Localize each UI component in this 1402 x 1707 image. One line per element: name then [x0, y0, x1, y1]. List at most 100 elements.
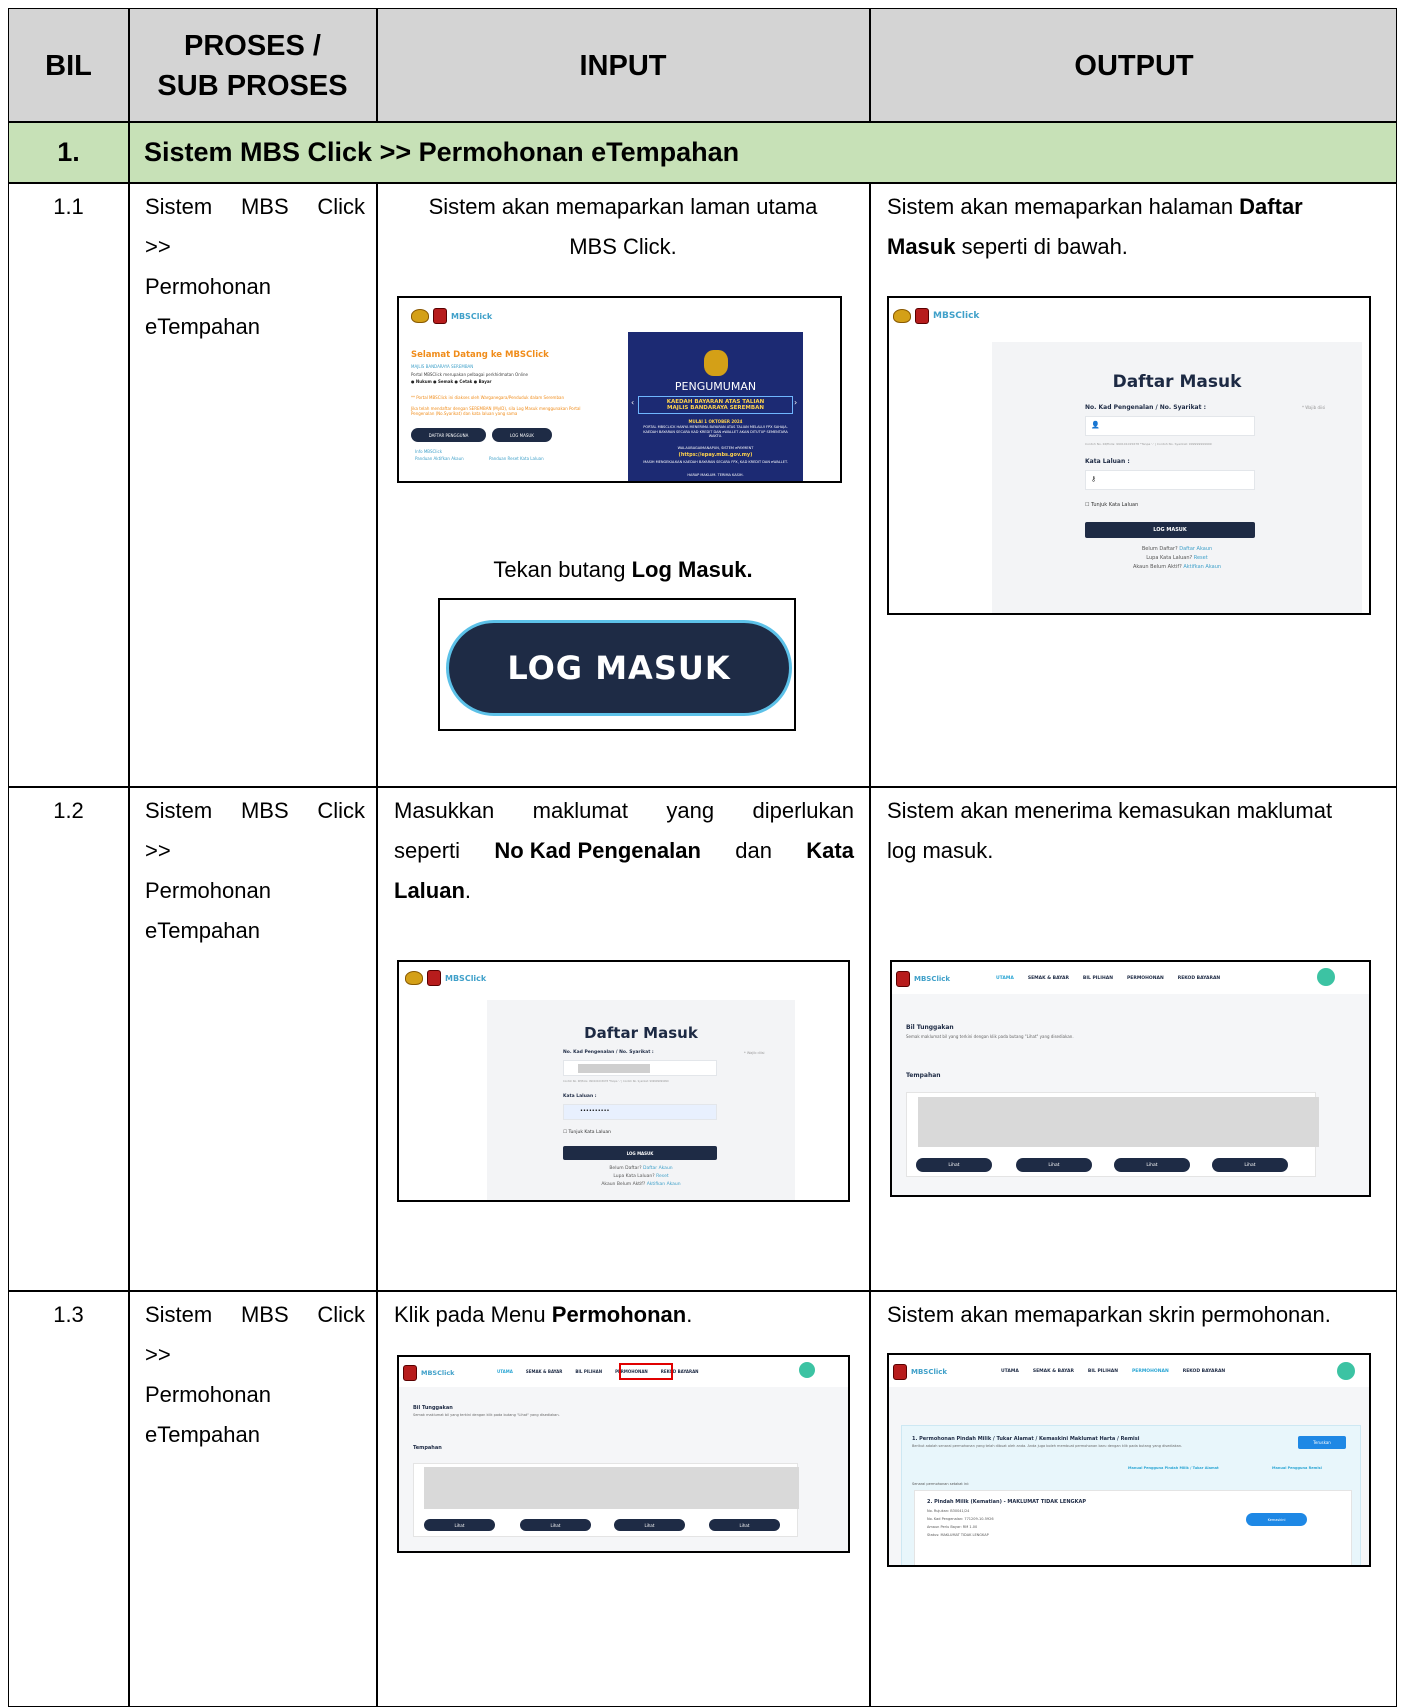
- word: seperti: [394, 838, 461, 863]
- nav-bil-pilihan[interactable]: BIL PILIHAN: [1083, 976, 1113, 981]
- proses-line: eTempahan: [145, 314, 260, 339]
- header-bil: BIL: [45, 49, 92, 82]
- nav-semak-bayar[interactable]: SEMAK & BAYAR: [1028, 976, 1069, 981]
- id-input[interactable]: 👤: [1085, 416, 1255, 436]
- lihat-button[interactable]: Lihat: [520, 1519, 591, 1531]
- nav-semak-bayar[interactable]: SEMAK & BAYAR: [1033, 1369, 1074, 1374]
- password-input[interactable]: ⚷: [1085, 470, 1255, 490]
- avatar-icon[interactable]: [1337, 1362, 1355, 1380]
- avatar-icon[interactable]: [1317, 968, 1335, 986]
- nav-bil-pilihan[interactable]: BIL PILIHAN: [575, 1369, 602, 1374]
- notice-2: Jika telah mendaftar dengan SEREMBAN (My…: [411, 406, 581, 416]
- show-password-label: Tunjuk Kata Laluan: [1091, 502, 1139, 508]
- reset-link[interactable]: Reset: [656, 1174, 669, 1179]
- output-line: Sistem akan menerima kemasukan maklumat: [887, 798, 1333, 823]
- bil-title: Bil Tunggakan: [906, 1024, 954, 1031]
- poster-alt: WALAUBAGAIMANAPUN, SISTEM ePAYMENT: [677, 446, 754, 450]
- info-link[interactable]: Info MBSClick: [415, 449, 442, 454]
- proses-line: Permohonan: [145, 1382, 271, 1407]
- item-status: Status: MAKLUMAT TIDAK LENGKAP: [927, 1533, 989, 1537]
- crest-icon: [893, 309, 911, 323]
- kemaskini-button[interactable]: Kemaskini: [1246, 1513, 1307, 1526]
- nav-utama[interactable]: UTAMA: [497, 1369, 513, 1374]
- log-masuk-big-button[interactable]: LOG MASUK: [446, 620, 792, 716]
- poster-alt-2: MASIH MENGEKALKAN KAEDAH BAYARAN SECARA …: [643, 460, 788, 464]
- show-password-checkbox[interactable]: ☐ Tunjuk Kata Laluan: [563, 1130, 611, 1135]
- tekan-instruction: Tekan butang Log Masuk.: [377, 550, 869, 590]
- rule: [9, 182, 1396, 184]
- brand-name: MBSClick: [914, 975, 951, 983]
- activate-link[interactable]: Aktifkan Akaun: [647, 1182, 681, 1187]
- instruction-bold: Log Masuk.: [631, 557, 753, 582]
- password-input[interactable]: ••••••••••: [563, 1104, 717, 1120]
- poster-title: PENGUMUMAN: [674, 380, 757, 393]
- reset-link[interactable]: Reset: [1194, 555, 1208, 561]
- lihat-button[interactable]: Lihat: [1114, 1158, 1190, 1172]
- login-title: Daftar Masuk: [1112, 372, 1242, 392]
- log-masuk-button-screenshot: LOG MASUK: [438, 598, 796, 731]
- logo: MBSClick: [893, 1364, 947, 1380]
- input-line: Sistem akan memaparkan laman utama: [428, 194, 818, 219]
- row-proses: Sistem MBS Click >> Permohonan eTempahan: [145, 1295, 365, 1455]
- word: diperlukan: [752, 798, 854, 823]
- rule: [9, 1290, 1396, 1292]
- bil-subtitle: Semak maklumat bil yang terkini dengan k…: [413, 1413, 560, 1417]
- id-label: No. Kad Pengenalan / No. Syarikat :: [1085, 404, 1206, 411]
- activate-link-row: Akaun Belum Aktif? Aktifkan Akaun: [992, 564, 1362, 570]
- nav-semak-bayar[interactable]: SEMAK & BAYAR: [526, 1369, 563, 1374]
- nav-permohonan[interactable]: PERMOHONAN: [1132, 1369, 1169, 1374]
- lihat-button[interactable]: Lihat: [614, 1519, 685, 1531]
- panduan-reset-link[interactable]: Panduan Reset Kata Laluan: [489, 456, 544, 461]
- output-text: Sistem akan memaparkan halaman Daftar Ma…: [887, 187, 1387, 267]
- lihat-button[interactable]: Lihat: [1016, 1158, 1092, 1172]
- nav-permohonan[interactable]: PERMOHONAN: [1127, 976, 1164, 981]
- avatar-icon[interactable]: [799, 1362, 815, 1378]
- section-number: 1.: [57, 137, 80, 167]
- nav-rekod-bayaran[interactable]: REKOD BAYARAN: [1183, 1369, 1225, 1374]
- content-area: Bil Tunggakan Semak maklumat bil yang te…: [892, 994, 1369, 1195]
- manual-remisi-link[interactable]: Manual Pengguna Remisi: [1272, 1466, 1322, 1470]
- daftar-pengguna-button[interactable]: DAFTAR PENGGUNA: [411, 428, 486, 442]
- login-button[interactable]: LOG MASUK: [1085, 522, 1255, 538]
- proses-line: >>: [145, 838, 171, 863]
- navbar: MBSClick UTAMA SEMAK & BAYAR BIL PILIHAN…: [399, 1357, 848, 1387]
- permohonan-card: 1. Permohonan Pindah Milik / Tukar Alama…: [901, 1425, 1361, 1565]
- panduan-aktifkan-link[interactable]: Panduan Aktifkan Akaun: [415, 456, 464, 461]
- login-button[interactable]: LOG MASUK: [563, 1146, 717, 1160]
- nav-bil-pilihan[interactable]: BIL PILIHAN: [1088, 1369, 1118, 1374]
- id-label: No. Kad Pengenalan / No. Syarikat :: [563, 1050, 654, 1055]
- carousel-prev-icon[interactable]: ‹: [631, 398, 634, 407]
- lihat-button[interactable]: Lihat: [709, 1519, 780, 1531]
- input-text: Klik pada Menu Permohonan.: [394, 1295, 854, 1335]
- bold-term: No Kad Pengenalan: [494, 838, 701, 863]
- output-text: Sistem akan memaparkan skrin permohonan.: [887, 1302, 1331, 1327]
- input-line: MBS Click.: [569, 234, 677, 259]
- nav-rekod-bayaran[interactable]: REKOD BAYARAN: [1178, 976, 1220, 981]
- navbar: MBSClick UTAMA SEMAK & BAYAR BIL PILIHAN…: [889, 1355, 1369, 1387]
- register-link-row: Belum Daftar? Daftar Akaun: [487, 1166, 795, 1171]
- nav-utama[interactable]: UTAMA: [996, 976, 1014, 981]
- proses-line: >>: [145, 1342, 171, 1367]
- log-masuk-button[interactable]: LOG MASUK: [492, 428, 552, 442]
- input-text: Masukkan maklumat yang diperlukan sepert…: [394, 791, 854, 911]
- carousel-next-icon[interactable]: ›: [794, 398, 797, 407]
- activate-link[interactable]: Aktifkan Akaun: [1183, 564, 1221, 570]
- register-link[interactable]: Daftar Akaun: [1179, 546, 1212, 552]
- manual-pindah-milik-link[interactable]: Manual Pengguna Pindah Milik / Tukar Ala…: [1128, 1466, 1219, 1470]
- show-password-checkbox[interactable]: ☐ Tunjuk Kata Laluan: [1085, 502, 1138, 508]
- input-bold: Permohonan: [551, 1302, 687, 1327]
- output-bold: Masuk: [887, 234, 956, 259]
- teruskan-button[interactable]: Teruskan: [1298, 1436, 1346, 1449]
- output-bold: Daftar: [1239, 194, 1303, 219]
- poster-crest-icon: [704, 350, 728, 376]
- lihat-button[interactable]: Lihat: [916, 1158, 992, 1172]
- filled-login-screenshot: MBSClick Daftar Masuk No. Kad Pengenalan…: [397, 960, 850, 1202]
- lihat-button[interactable]: Lihat: [1212, 1158, 1288, 1172]
- reset-link-row: Lupa Kata Laluan? Reset: [487, 1174, 795, 1179]
- register-link[interactable]: Daftar Akaun: [643, 1166, 673, 1171]
- logo: MBSClick: [896, 971, 950, 987]
- nav-utama[interactable]: UTAMA: [1001, 1369, 1019, 1374]
- lihat-button[interactable]: Lihat: [424, 1519, 495, 1531]
- input-line: seperti No Kad Pengenalan dan Kata: [394, 831, 854, 871]
- id-input[interactable]: [563, 1060, 717, 1076]
